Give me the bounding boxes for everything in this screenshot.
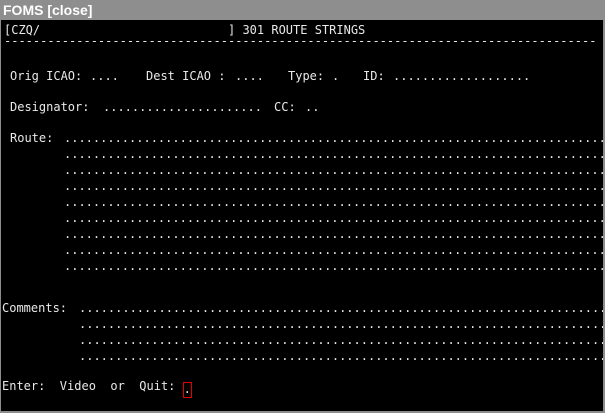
cc-field[interactable]: .. xyxy=(305,100,319,114)
designator-label: Designator: xyxy=(10,100,90,114)
route-line-7[interactable]: ........................................… xyxy=(64,227,603,241)
title-bar: FOMS [close] xyxy=(0,0,605,20)
window-title-group: FOMS [close] xyxy=(3,0,92,20)
prompt-line: Enter: Video or Quit: . xyxy=(2,379,192,398)
route-line-9[interactable]: ........................................… xyxy=(64,259,603,273)
id-label: ID: xyxy=(363,69,385,83)
foms-window: FOMS [close] [CZQ/ ] 301 ROUTE STRINGS -… xyxy=(0,0,605,413)
id-field[interactable]: ................... xyxy=(393,69,530,83)
header-title: ] 301 ROUTE STRINGS xyxy=(228,23,366,37)
route-line-5[interactable]: ........................................… xyxy=(64,195,603,209)
route-line-2[interactable]: ........................................… xyxy=(64,147,603,161)
comments-line-4[interactable]: ........................................… xyxy=(79,349,603,363)
comments-line-3[interactable]: ........................................… xyxy=(79,333,603,347)
window-title: FOMS xyxy=(3,2,44,18)
comments-line-1[interactable]: ........................................… xyxy=(79,301,603,315)
comments-line-2[interactable]: ........................................… xyxy=(79,317,603,331)
type-label: Type: xyxy=(288,69,325,83)
route-label: Route: xyxy=(10,131,54,145)
cc-label: CC: xyxy=(274,100,296,114)
route-line-3[interactable]: ........................................… xyxy=(64,163,603,177)
type-field[interactable]: . xyxy=(332,69,339,83)
comments-label: Comments: xyxy=(2,301,68,315)
header-separator: ----------------------------------------… xyxy=(4,38,596,44)
command-input[interactable]: . xyxy=(182,382,192,398)
header-left: [CZQ/ xyxy=(4,23,41,37)
route-line-4[interactable]: ........................................… xyxy=(64,179,603,193)
route-line-8[interactable]: ........................................… xyxy=(64,243,603,257)
prompt-text: Enter: Video or Quit: xyxy=(2,379,176,393)
dest-icao-field[interactable]: .... xyxy=(235,69,264,83)
close-button[interactable]: [close] xyxy=(47,2,92,18)
dest-icao-label: Dest ICAO : xyxy=(146,69,226,83)
designator-field[interactable]: ...................... xyxy=(103,100,262,114)
route-line-1[interactable]: ........................................… xyxy=(64,131,603,145)
orig-icao-field[interactable]: .... xyxy=(90,69,119,83)
terminal-screen: [CZQ/ ] 301 ROUTE STRINGS --------------… xyxy=(1,20,603,411)
orig-icao-label: Orig ICAO: xyxy=(10,69,83,83)
route-line-6[interactable]: ........................................… xyxy=(64,211,603,225)
